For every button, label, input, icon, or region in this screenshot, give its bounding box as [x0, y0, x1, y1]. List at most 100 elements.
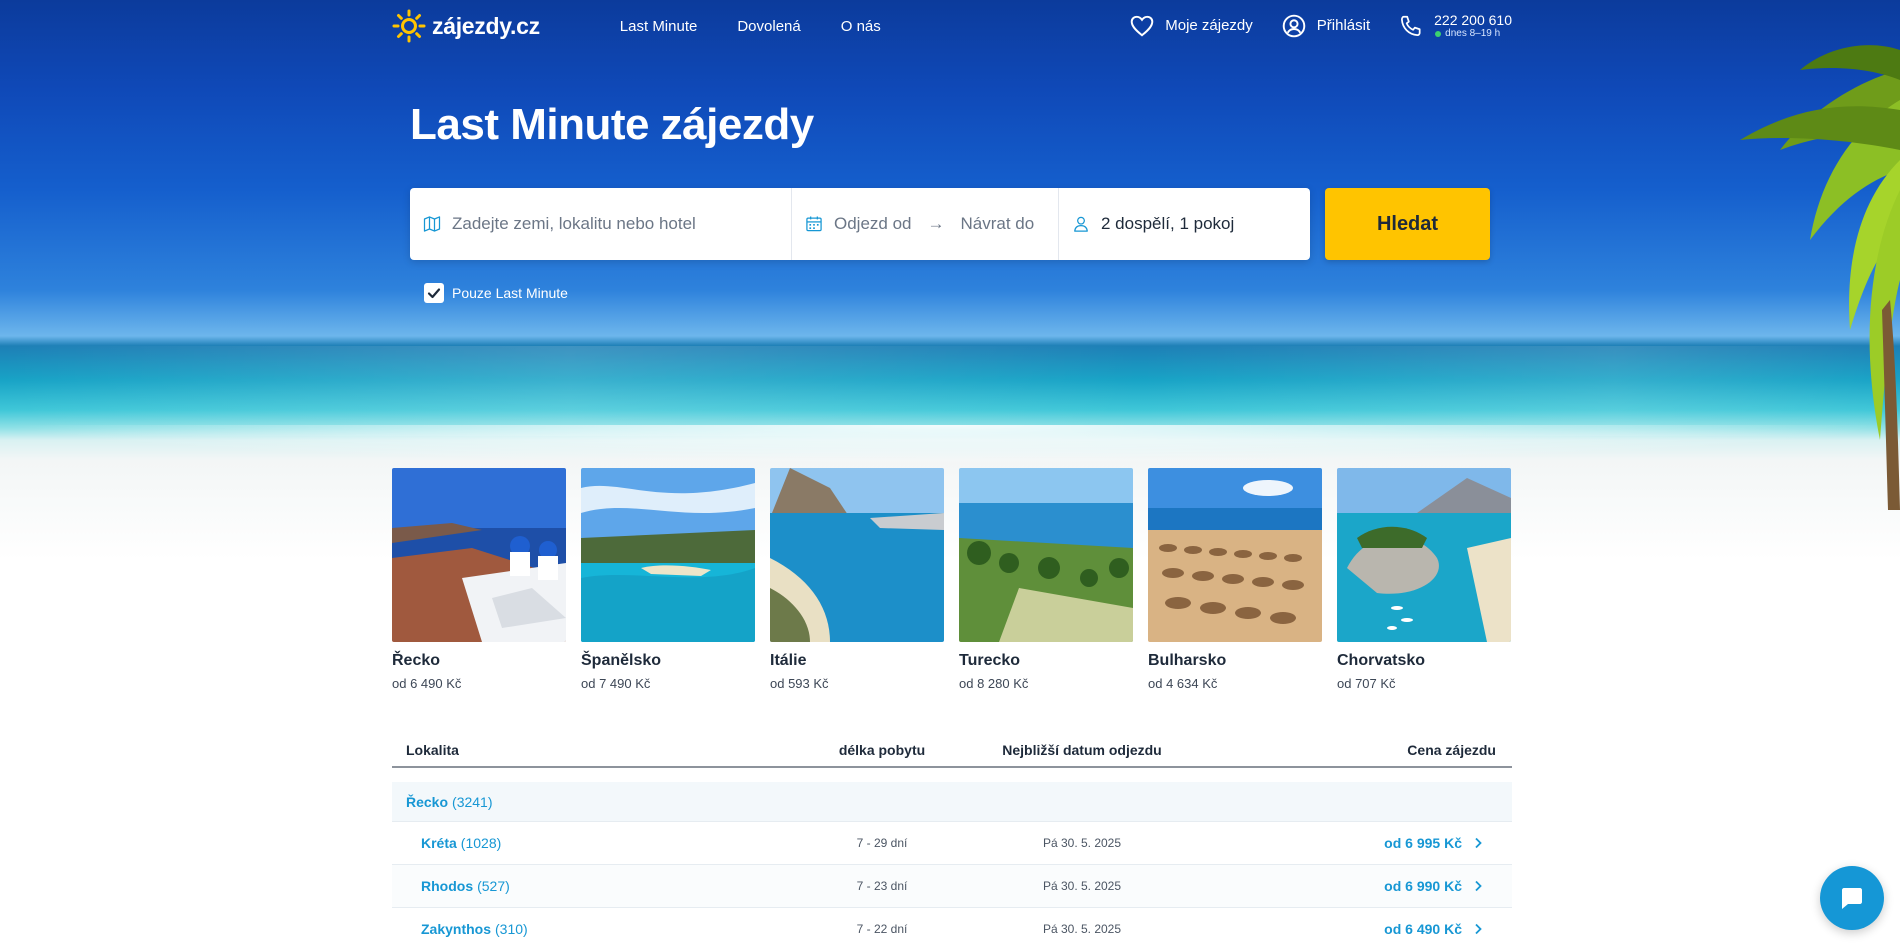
guests-field[interactable]: 2 dospělí, 1 pokoj: [1059, 188, 1310, 260]
destination-price: od 7 490 Kč: [581, 676, 651, 691]
row-price-link[interactable]: od 6 490 Kč: [1212, 921, 1512, 937]
search-button[interactable]: Hledat: [1325, 188, 1490, 260]
destination-placeholder: Zadejte zemi, lokalitu nebo hotel: [452, 214, 696, 233]
destination-image: [1148, 468, 1322, 642]
row-length: 7 - 29 dní: [856, 836, 908, 850]
nav-o-nas[interactable]: O nás: [841, 18, 881, 35]
table-group-row[interactable]: Řecko (3241): [392, 782, 1512, 822]
row-price: od 6 995 Kč: [1384, 835, 1462, 851]
logo-text: zájezdy.cz: [432, 12, 540, 39]
sun-icon: [392, 9, 426, 43]
row-location[interactable]: Kréta (1028): [392, 835, 812, 851]
destination-name: Turecko: [959, 652, 1021, 669]
login-label: Přihlásit: [1316, 17, 1371, 35]
person-icon: [1074, 216, 1088, 232]
italy-bay-image: [770, 468, 944, 642]
destination-name: Itálie: [770, 652, 807, 669]
destination-image: [959, 468, 1133, 642]
destination-card-turecko[interactable]: Turecko od 8 280 Kč: [959, 468, 1133, 691]
chat-button[interactable]: [1820, 866, 1884, 930]
group-name[interactable]: Řecko: [406, 794, 448, 810]
row-name[interactable]: Kréta: [421, 835, 457, 851]
row-name[interactable]: Zakynthos: [421, 921, 491, 937]
destination-price: od 8 280 Kč: [959, 676, 1029, 691]
table-row[interactable]: Kréta (1028) 7 - 29 dní Pá 30. 5. 2025 od…: [392, 822, 1512, 865]
phone-hours: dnes 8–19 h: [1434, 28, 1512, 39]
main-nav: Last Minute Dovolená O nás: [620, 18, 881, 35]
row-date: Pá 30. 5. 2025: [1042, 879, 1122, 893]
croatia-coast-image: [1337, 468, 1511, 642]
last-minute-only-label: Pouze Last Minute: [452, 285, 568, 301]
chat-bubble-icon: [1842, 888, 1862, 909]
header-date: Nejbližší datum odjezdu: [1002, 742, 1162, 758]
destination-card-chorvatsko[interactable]: Chorvatsko od 707 Kč: [1337, 468, 1511, 691]
nav-dovolena[interactable]: Dovolená: [737, 18, 800, 35]
sea-shine: [0, 346, 1900, 436]
dates-field[interactable]: Odjezd od → Návrat do: [792, 188, 1059, 260]
row-count: (1028): [460, 835, 502, 851]
destination-price: od 707 Kč: [1337, 676, 1396, 691]
row-count: (527): [477, 878, 510, 894]
favorites-link[interactable]: Moje zájezdy: [1129, 13, 1253, 39]
destination-price: od 4 634 Kč: [1148, 676, 1218, 691]
row-length: 7 - 22 dní: [856, 922, 908, 936]
guests-value: 2 dospělí, 1 pokoj: [1101, 214, 1235, 233]
online-status-dot: [1435, 30, 1442, 37]
destination-field[interactable]: Zadejte zemi, lokalitu nebo hotel: [410, 188, 792, 260]
row-price-link[interactable]: od 6 990 Kč: [1212, 878, 1512, 894]
last-minute-only-checkbox[interactable]: Pouze Last Minute: [424, 283, 568, 303]
chevron-right-icon: [1475, 923, 1482, 935]
row-location[interactable]: Rhodos (527): [392, 878, 812, 894]
destination-card-spanelsko[interactable]: Španělsko od 7 490 Kč: [581, 468, 755, 691]
destination-price: od 593 Kč: [770, 676, 829, 691]
row-price-link[interactable]: od 6 995 Kč: [1212, 835, 1512, 851]
destination-image: [392, 468, 566, 642]
destination-card-recko[interactable]: Řecko od 6 490 Kč: [392, 468, 566, 691]
table-header: Lokalita délka pobytu Nejbližší datum od…: [392, 734, 1512, 768]
logo[interactable]: zájezdy.cz: [392, 9, 540, 43]
destination-card-bulharsko[interactable]: Bulharsko od 4 634 Kč: [1148, 468, 1322, 691]
phone-hours-text: dnes 8–19 h: [1445, 28, 1501, 40]
chevron-right-icon: [1475, 837, 1482, 849]
header-location: Lokalita: [406, 742, 459, 758]
site-header: zájezdy.cz Last Minute Dovolená O nás Mo…: [392, 0, 1512, 52]
checkmark-icon: [427, 288, 441, 299]
favorites-label: Moje zájezdy: [1165, 17, 1253, 35]
table-row[interactable]: Rhodos (527) 7 - 23 dní Pá 30. 5. 2025 od…: [392, 865, 1512, 908]
header-price: Cena zájezdu: [1407, 742, 1496, 758]
destination-name: Bulharsko: [1148, 652, 1227, 669]
last-minute-table: Lokalita délka pobytu Nejbližší datum od…: [392, 734, 1512, 948]
turkey-resort-image: [959, 468, 1133, 642]
nav-last-minute[interactable]: Last Minute: [620, 18, 698, 35]
row-location[interactable]: Zakynthos (310): [392, 921, 812, 937]
destination-image: [770, 468, 944, 642]
surf: [0, 425, 1900, 465]
table-row[interactable]: Zakynthos (310) 7 - 22 dní Pá 30. 5. 2025…: [392, 908, 1512, 948]
group-count: (3241): [452, 793, 493, 810]
destination-image: [1337, 468, 1511, 642]
heart-icon: [1130, 15, 1154, 37]
row-name[interactable]: Rhodos: [421, 878, 473, 894]
row-price: od 6 490 Kč: [1384, 921, 1462, 937]
phone-contact[interactable]: 222 200 610 dnes 8–19 h: [1398, 12, 1512, 39]
search-bar: Zadejte zemi, lokalitu nebo hotel Odjezd…: [410, 188, 1310, 260]
destination-cards: Řecko od 6 490 Kč Španělsko od 7 490 Kč: [392, 468, 1512, 691]
page-title: Last Minute zájezdy: [410, 100, 814, 149]
header-actions: Moje zájezdy Přihlásit 222 200 610 dnes …: [1129, 12, 1512, 39]
depart-placeholder: Odjezd od: [834, 214, 912, 233]
chevron-right-icon: [1475, 880, 1482, 892]
return-placeholder: Návrat do: [960, 214, 1035, 233]
destination-image: [581, 468, 755, 642]
destination-name: Španělsko: [581, 652, 662, 669]
spain-cove-image: [581, 468, 755, 642]
login-link[interactable]: Přihlásit: [1281, 13, 1370, 39]
destination-name: Chorvatsko: [1337, 652, 1426, 669]
calendar-icon: [806, 216, 822, 232]
row-date: Pá 30. 5. 2025: [1042, 836, 1122, 850]
checkbox-checked[interactable]: [424, 283, 444, 303]
arrow-right-icon: →: [927, 214, 945, 233]
phone-block: 222 200 610 dnes 8–19 h: [1434, 12, 1512, 39]
row-count: (310): [495, 921, 528, 937]
destination-card-italie[interactable]: Itálie od 593 Kč: [770, 468, 944, 691]
search-button-label: Hledat: [1376, 212, 1439, 235]
